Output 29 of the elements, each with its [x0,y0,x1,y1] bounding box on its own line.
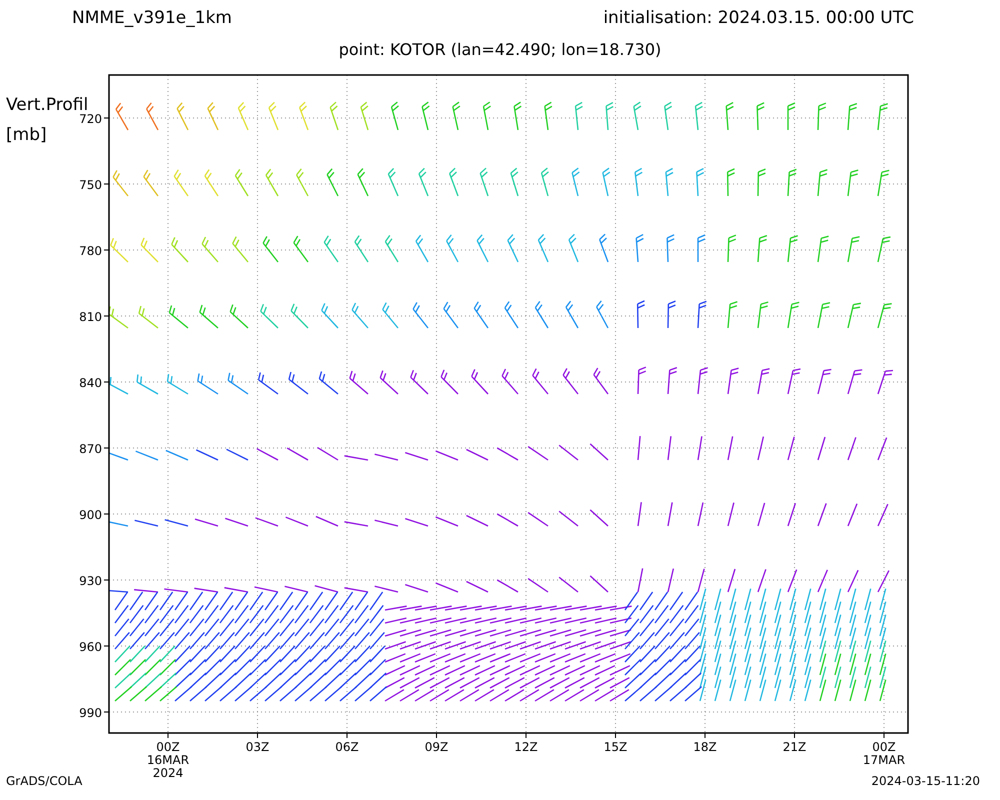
axis-label: Vert.Profil [6,95,88,115]
model-name: NMME_v391e_1km [72,8,232,30]
date-label: 16MAR [146,753,190,767]
tick-label: 09Z [424,740,448,754]
tick-label: 03Z [246,740,270,754]
tick-label: 960 [79,640,102,654]
tick-label: 750 [79,178,102,192]
point-title: point: KOTOR (lan=42.490; lon=18.730) [338,39,662,61]
tick-label: 870 [79,442,102,456]
timestamp: 2024-03-15-11:20 [871,774,980,788]
tick-label: 12Z [514,740,538,754]
tick-label: 720 [79,112,102,126]
tick-label: 930 [79,574,102,588]
tick-label: 06Z [335,740,359,754]
year-label: 2024 [152,766,184,780]
tick-label: 21Z [782,740,806,754]
tick-label: 840 [79,376,102,390]
credit-label: GrADS/COLA [6,774,82,788]
tick-label: 810 [79,310,102,324]
tick-label: 18Z [693,740,717,754]
tick-label: 00Z [156,740,180,754]
tick-label: 15Z [604,740,628,754]
initialisation-time: initialisation: 2024.03.15. 00:00 UTC [603,8,914,30]
axis-label: [mb] [6,125,47,145]
tick-label: 00Z [872,740,896,754]
date-label: 17MAR [862,753,906,767]
tick-label: 900 [79,508,102,522]
tick-label: 780 [79,244,102,258]
tick-label: 990 [79,706,102,720]
